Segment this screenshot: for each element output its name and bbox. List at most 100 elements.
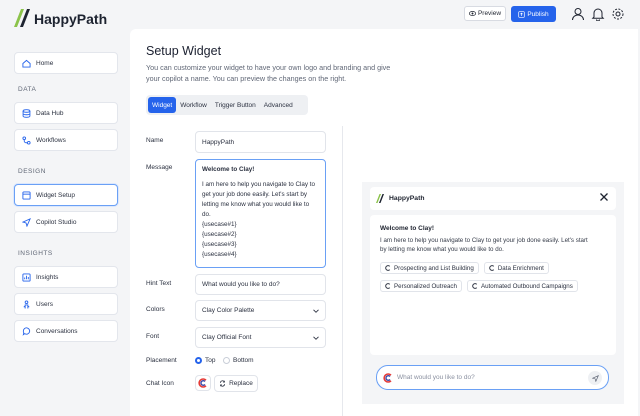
send-button[interactable] — [588, 371, 602, 385]
close-icon[interactable] — [598, 191, 610, 203]
tab-widget[interactable]: Widget — [148, 97, 177, 113]
happypath-logo-icon — [14, 9, 30, 27]
name-label: Name — [146, 137, 164, 144]
colors-select[interactable]: Clay Color Palette — [195, 300, 326, 321]
chevron-down-icon — [313, 309, 319, 313]
home-icon — [22, 59, 31, 68]
hint-text-input[interactable]: What would you like to do? — [195, 274, 326, 295]
user-icon[interactable] — [571, 7, 585, 21]
preview-chat-input[interactable]: What would you like to do? — [376, 365, 609, 390]
sidebar-item-label: Home — [36, 59, 54, 67]
sidebar-item-label: Widget Setup — [36, 191, 76, 199]
preview-chip-label: Data Enrichment — [497, 264, 544, 272]
clay-logo-icon — [472, 283, 478, 289]
person-icon — [23, 299, 30, 309]
replace-button-label: Replace — [229, 380, 253, 387]
page-description: You can customize your widget to have yo… — [146, 63, 391, 83]
preview-input-placeholder: What would you like to do? — [397, 374, 475, 381]
section-design-label: DESIGN — [18, 168, 46, 175]
preview-chip[interactable]: Data Enrichment — [483, 262, 549, 274]
usecase-line: {usecase#3} — [202, 241, 237, 248]
clay-logo-icon — [198, 378, 207, 388]
message-title: Welcome to Clay! — [202, 166, 255, 173]
preview-name: HappyPath — [389, 195, 425, 202]
section-data-label: DATA — [18, 86, 37, 93]
sidebar-item-users[interactable]: Users — [14, 293, 118, 315]
clay-logo-icon — [489, 265, 494, 271]
chat-icon-label: Chat Icon — [146, 380, 174, 387]
usecase-line: {usecase#2} — [202, 231, 237, 238]
tab-trigger-button[interactable]: Trigger Button — [211, 97, 260, 113]
replace-icon — [220, 380, 226, 387]
font-select-value: Clay Official Font — [202, 334, 252, 341]
sidebar-item-label: Workflows — [36, 136, 66, 144]
happypath-logo-icon — [376, 194, 384, 203]
hint-text-label: Hint Text — [146, 280, 172, 287]
font-select[interactable]: Clay Official Font — [195, 327, 326, 348]
panel-divider — [342, 126, 343, 416]
sidebar-item-conversations[interactable]: Conversations — [14, 320, 118, 342]
brand-name: HappyPath — [34, 11, 108, 27]
placement-top-label: Top — [205, 357, 216, 364]
bell-icon[interactable] — [591, 7, 605, 21]
sidebar-item-widget-setup[interactable]: Widget Setup — [14, 184, 118, 206]
tab-advanced[interactable]: Advanced — [260, 97, 297, 113]
clay-logo-icon — [383, 372, 392, 383]
sidebar-item-label: Data Hub — [36, 109, 64, 117]
sidebar-item-home[interactable]: Home — [14, 52, 118, 74]
preview-chip-label: Prospecting and List Building — [394, 264, 474, 272]
clay-logo-icon — [385, 265, 391, 271]
sidebar-item-data-hub[interactable]: Data Hub — [14, 102, 118, 124]
placement-bottom-radio[interactable]: Bottom — [223, 357, 254, 364]
preview-text: I am here to help you navigate to Clay t… — [380, 237, 588, 253]
preview-title: Welcome to Clay! — [380, 225, 435, 232]
widget-icon — [22, 190, 31, 200]
preview-chip[interactable]: Personalized Outreach — [380, 280, 462, 292]
publish-icon — [518, 10, 525, 18]
message-label: Message — [146, 164, 173, 171]
preview-button[interactable]: Preview — [464, 6, 506, 21]
sidebar-item-copilot-studio[interactable]: Copilot Studio — [14, 211, 118, 233]
radio-selected-icon — [195, 357, 202, 364]
preview-chip-label: Automated Outbound Campaigns — [480, 282, 573, 290]
preview-button-label: Preview — [477, 10, 502, 17]
placement-top-radio[interactable]: Top — [195, 357, 215, 364]
sidebar-item-label: Copilot Studio — [36, 218, 77, 226]
tab-workflow[interactable]: Workflow — [176, 97, 211, 113]
top-bar: HappyPath Preview Publish — [0, 0, 640, 30]
preview-chip[interactable]: Automated Outbound Campaigns — [466, 280, 578, 292]
gear-icon[interactable] — [611, 7, 625, 21]
font-label: Font — [146, 333, 160, 340]
sidebar-item-workflows[interactable]: Workflows — [14, 129, 118, 151]
chart-icon — [22, 272, 31, 282]
publish-button-label: Publish — [527, 10, 549, 18]
chat-bubble-icon — [22, 326, 31, 336]
database-icon — [22, 108, 31, 118]
message-textarea[interactable]: Welcome to Clay! I am here to help you n… — [195, 159, 326, 268]
navigation-arrow-icon — [22, 217, 31, 227]
preview-chip[interactable]: Prospecting and List Building — [380, 262, 479, 274]
radio-unselected-icon — [223, 357, 230, 364]
placement-bottom-label: Bottom — [233, 357, 254, 364]
preview-message-card: Welcome to Clay! I am here to help you n… — [370, 215, 616, 355]
message-body: I am here to help you navigate to Clay t… — [202, 181, 316, 218]
sidebar-item-insights[interactable]: Insights — [14, 266, 118, 288]
chat-icon-preview — [195, 375, 211, 391]
tab-bar: Widget Workflow Trigger Button Advanced — [146, 95, 308, 115]
sidebar-item-label: Users — [36, 300, 53, 308]
preview-chip-label: Personalized Outreach — [394, 282, 457, 290]
page-title: Setup Widget — [146, 44, 222, 58]
usecase-line: {usecase#1} — [202, 221, 237, 228]
sidebar-item-label: Insights — [36, 273, 59, 281]
eye-icon — [468, 11, 476, 16]
preview-header: HappyPath — [370, 187, 616, 210]
placement-label: Placement — [146, 357, 177, 364]
replace-button[interactable]: Replace — [214, 375, 258, 392]
usecase-line: {usecase#4} — [202, 251, 237, 258]
name-input[interactable]: HappyPath — [195, 131, 326, 153]
chevron-down-icon — [313, 336, 319, 340]
sidebar-item-label: Conversations — [36, 327, 78, 335]
section-insights-label: INSIGHTS — [18, 250, 53, 257]
colors-select-value: Clay Color Palette — [202, 307, 255, 314]
publish-button[interactable]: Publish — [511, 6, 556, 22]
